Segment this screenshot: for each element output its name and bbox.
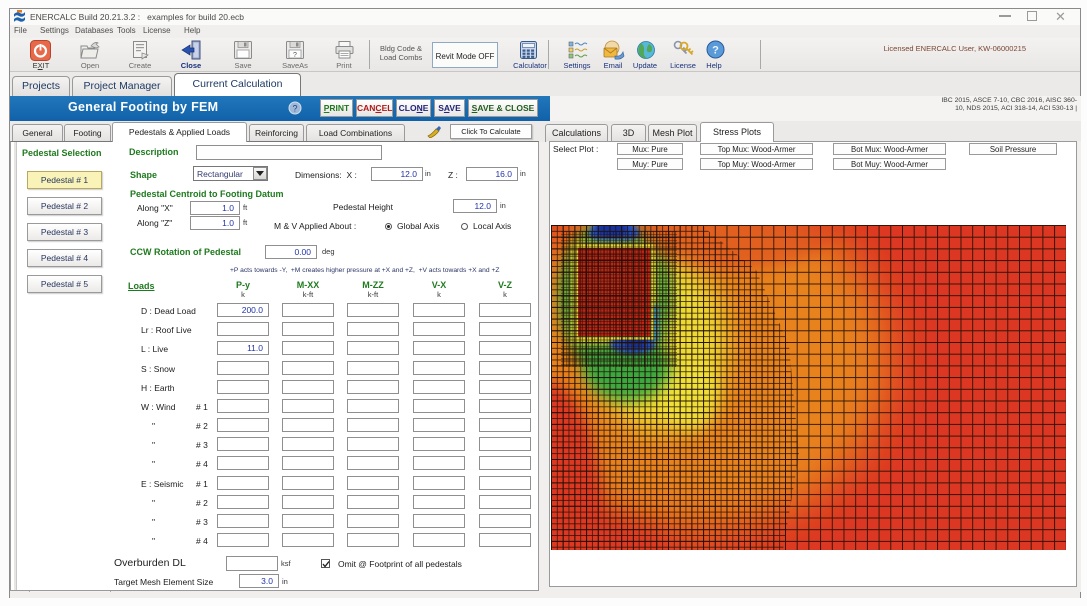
svg-text:?: ?	[292, 104, 297, 114]
svg-text:?: ?	[712, 45, 719, 57]
svg-text:?: ?	[293, 52, 297, 59]
